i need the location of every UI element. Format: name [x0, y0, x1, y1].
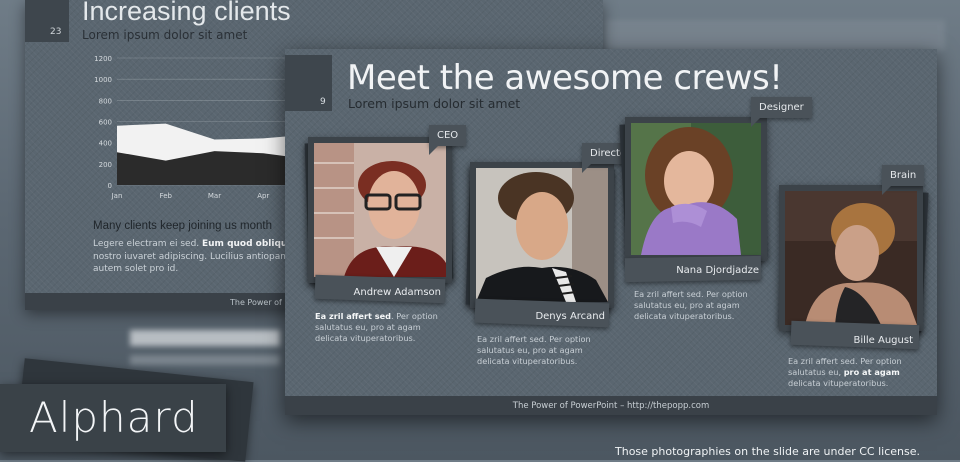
role-text: CEO — [437, 130, 459, 141]
x-tick-label: Jan — [111, 192, 123, 200]
desc-bold-text: pro at agam — [843, 367, 900, 377]
member-name: Bille August — [853, 335, 913, 346]
desc-text: Ea zril affert sed. Per option — [477, 334, 591, 344]
desc-text: delicata vituperatoribus. — [315, 333, 416, 343]
slide-footer-text: The Power of PowerPoint – http://thepopp… — [512, 401, 710, 411]
role-label: Brain — [882, 165, 925, 195]
desc-text: salutatus eu, pro at agam — [634, 300, 740, 310]
member-photo — [314, 143, 446, 277]
photo-frame — [779, 185, 923, 331]
background-blur-bar — [130, 330, 280, 346]
body-text: Legere electram ei sed. — [93, 239, 202, 249]
role-label: Designer — [751, 97, 812, 127]
member-description: Ea zril affert sed. Per option salutatus… — [315, 311, 438, 344]
y-tick-label: 200 — [99, 161, 112, 169]
desc-text: delicata vituperatoribus. — [788, 378, 889, 388]
photo-frame — [625, 117, 767, 261]
desc-text: salutatus eu, — [788, 367, 844, 377]
slide-number: 23 — [50, 27, 62, 37]
area-chart: 120010008006004002000 JanFebMarAprMay — [94, 55, 317, 200]
background-blur-bar — [605, 20, 945, 50]
desc-bold-text: Ea zril affert sed — [315, 311, 392, 321]
role-text: Brain — [890, 170, 917, 181]
portrait-icon — [476, 168, 608, 302]
y-tick-label: 400 — [99, 140, 112, 148]
slide-title: Increasing clients — [82, 0, 291, 26]
desc-text: Ea zril affert sed. Per option — [634, 289, 748, 299]
member-photo — [631, 123, 761, 255]
portrait-icon — [785, 191, 917, 325]
slide-number-box: 23 — [25, 0, 69, 42]
role-label: CEO — [429, 125, 467, 155]
brand-name: Alphard — [29, 393, 199, 442]
desc-text: salutatus eu, pro at agam — [477, 345, 583, 355]
desc-text: salutatus eu, pro at agam — [315, 322, 421, 332]
main-slide[interactable]: 9 Meet the awesome crews! Lorem ipsum do… — [285, 49, 937, 415]
chart-y-ticks: 1200 1000 800 600 400 200 0 — [94, 55, 112, 190]
member-description: Ea zril affert sed. Per option salutatus… — [788, 356, 902, 389]
background-blur-bar — [130, 355, 280, 365]
license-note: Those photographies on the slide are und… — [615, 445, 920, 458]
portrait-icon — [314, 143, 446, 277]
body-text: nostro iuvaret adipiscing. Lucilius anti… — [93, 251, 293, 262]
body-bold-text: Eum quod oblique in, — [202, 239, 293, 249]
member-name: Andrew Adamson — [353, 287, 441, 298]
body-text: autem solet pro id. — [93, 264, 179, 274]
portrait-icon — [631, 123, 761, 255]
desc-text: Ea zril affert sed. Per option — [788, 356, 902, 366]
y-tick-label: 1000 — [94, 76, 112, 84]
y-tick-label: 600 — [99, 119, 112, 127]
member-name: Nana Djordjadze — [676, 265, 759, 276]
slide-footer-text: The Power of PowerPoint — [230, 298, 290, 307]
slide-number-box: 9 — [285, 55, 332, 111]
member-photo — [476, 168, 608, 302]
member-photo — [785, 191, 917, 325]
section-body: Legere electram ei sed. Eum quod oblique… — [93, 238, 293, 276]
section-heading: Many clients keep joining us month — [93, 220, 272, 232]
desc-text: . Per option — [391, 311, 438, 321]
desc-text: delicata vituperatoribus. — [477, 356, 578, 366]
slide-title: Meet the awesome crews! — [347, 58, 783, 98]
y-tick-label: 800 — [99, 97, 112, 105]
slide-subtitle: Lorem ipsum dolor sit amet — [348, 96, 521, 111]
member-description: Ea zril affert sed. Per option salutatus… — [634, 289, 748, 322]
x-tick-label: Feb — [160, 192, 173, 200]
slide-number: 9 — [320, 97, 326, 107]
x-tick-label: Mar — [208, 192, 221, 200]
desc-text: delicata vituperatoribus. — [634, 311, 735, 321]
member-description: Ea zril affert sed. Per option salutatus… — [477, 334, 591, 367]
chart-areas — [117, 123, 312, 185]
y-tick-label: 0 — [108, 182, 112, 190]
photo-frame — [470, 162, 614, 308]
slide-subtitle: Lorem ipsum dolor sit amet — [82, 28, 248, 42]
member-name: Denys Arcand — [535, 311, 605, 322]
y-tick-label: 1200 — [94, 55, 112, 63]
x-tick-label: Apr — [257, 192, 269, 200]
role-text: Designer — [759, 102, 804, 113]
photo-frame — [308, 137, 452, 283]
